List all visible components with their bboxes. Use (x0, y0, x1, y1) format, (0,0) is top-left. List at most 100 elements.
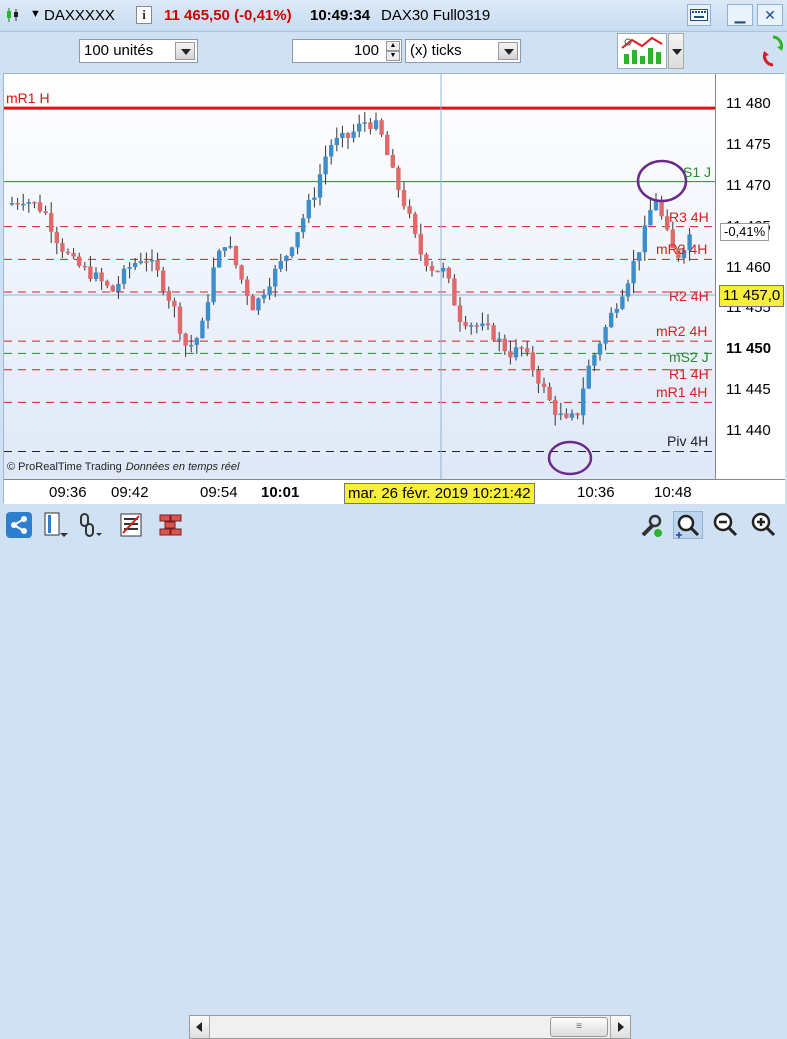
candle-body (620, 296, 625, 309)
candle-body (525, 348, 530, 353)
candle-body (71, 252, 76, 257)
candle-body (603, 327, 608, 344)
candle-body (127, 267, 132, 269)
chart-area[interactable]: mR1 H S1 J R3 4H mR3 4H R2 4H mR2 4H mS2 J R1 4… (3, 73, 785, 504)
candle-body (217, 250, 222, 268)
candle-body (317, 174, 323, 198)
candle-body (166, 291, 171, 301)
chevron-down-icon[interactable] (498, 42, 518, 60)
price-tick-label: 11 470 (726, 176, 771, 194)
units-select[interactable]: 100 unités (79, 39, 198, 63)
cursor-date-badge: mar. 26 févr. 2019 10:21:42 (344, 483, 535, 504)
price-tick-label: 11 475 (726, 135, 771, 153)
info-icon[interactable]: i (136, 6, 152, 24)
candle-body (245, 279, 250, 297)
candle-body (77, 256, 82, 266)
tick-mode-select[interactable]: (x) ticks (405, 39, 521, 63)
candle-body (49, 212, 54, 232)
candle-body (65, 251, 71, 254)
layout-icon[interactable] (42, 511, 68, 539)
candle-body (82, 265, 87, 268)
zoom-in-icon[interactable] (750, 511, 776, 539)
candle-body (441, 267, 446, 272)
symbol-label[interactable]: DAXXXXX (44, 7, 115, 24)
drawing-tools-icon[interactable] (617, 33, 667, 69)
sync-icon[interactable] (762, 31, 784, 71)
candle-body (105, 281, 110, 286)
candle-body (256, 298, 261, 311)
level-label: mR1 4H (656, 384, 708, 401)
price-tick-label: 11 440 (726, 422, 771, 439)
candle-body (390, 154, 395, 168)
candlestick-icon[interactable] (6, 7, 20, 23)
candle-body (329, 145, 334, 157)
candle-body (401, 190, 407, 207)
candle-body (480, 323, 485, 327)
candle-body (357, 123, 362, 132)
copyright-note: © ProRealTime Trading Données en temps ré… (7, 461, 239, 473)
candle-body (502, 338, 507, 352)
candle-body (435, 270, 440, 273)
candle-body (21, 203, 26, 206)
share-icon[interactable] (6, 511, 32, 539)
candle-body (407, 206, 412, 214)
symbol-dropdown-icon[interactable]: ▼ (30, 8, 41, 20)
horizontal-scrollbar[interactable]: ≡ (189, 1015, 631, 1039)
tools-dropdown-icon[interactable] (668, 33, 684, 69)
clock-time: 10:49:34 (310, 7, 371, 24)
candle-body (205, 302, 211, 321)
scroll-right-icon[interactable] (610, 1016, 630, 1038)
candle-body (457, 305, 463, 322)
chevron-down-icon[interactable] (175, 42, 195, 60)
stepper-down-icon[interactable]: ▼ (386, 51, 400, 61)
candle-body (222, 247, 227, 251)
zoom-fit-icon[interactable] (673, 511, 703, 539)
candle-body (194, 338, 199, 345)
candle-body (508, 351, 513, 358)
minimize-icon[interactable]: ▁ (727, 4, 753, 26)
candle-body (497, 338, 502, 341)
scroll-thumb[interactable]: ≡ (550, 1017, 608, 1037)
candle-body (491, 325, 496, 341)
candle-body (133, 263, 138, 268)
time-axis[interactable]: 09:36 09:42 09:54 10:01 10:36 10:48 mar. 26 f… (4, 479, 785, 504)
stepper-up-icon[interactable]: ▲ (386, 41, 400, 51)
keyboard-icon[interactable] (687, 4, 711, 26)
title-bar: ▼ DAXXXXX i 11 465,50 (-0,41%) 10:49:34 … (0, 0, 787, 32)
tick-count-stepper[interactable]: 100 ▲ ▼ (292, 39, 402, 63)
candle-body (144, 261, 149, 263)
candle-body (625, 283, 631, 297)
price-tick-label: 11 480 (726, 95, 771, 112)
chart-toolbar: 100 unités 100 ▲ ▼ (x) ticks (0, 33, 787, 73)
list-icon[interactable] (118, 511, 144, 539)
candle-body (301, 218, 306, 233)
candle-body (189, 344, 194, 347)
price-axis[interactable]: 11 48011 47511 47011 46511 46011 45511 4… (715, 74, 785, 479)
time-tick-label: 09:54 (200, 484, 238, 501)
candle-body (558, 413, 563, 415)
bricks-icon[interactable] (158, 511, 184, 539)
candle-body (564, 413, 569, 418)
candle-body (15, 203, 20, 205)
level-label: R2 4H (669, 288, 709, 305)
link-icon[interactable] (77, 511, 103, 539)
candle-body (116, 283, 121, 292)
candle-body (614, 308, 619, 313)
price-plot[interactable] (4, 74, 715, 479)
zoom-out-icon[interactable] (712, 511, 738, 539)
candle-body (323, 156, 328, 175)
candle-body (26, 202, 31, 204)
candle-body (592, 354, 597, 366)
candle-body (54, 231, 59, 244)
candle-body (379, 120, 384, 135)
candle-body (659, 200, 664, 217)
scroll-left-icon[interactable] (190, 1016, 210, 1038)
price-tick-label: 11 445 (726, 381, 771, 399)
candle-body (351, 131, 356, 138)
level-label: Piv 4H (667, 433, 709, 450)
candle-body (211, 267, 216, 303)
settings-wrench-icon[interactable] (638, 511, 664, 539)
close-icon[interactable]: ✕ (757, 4, 783, 26)
candle-body (536, 370, 541, 384)
price-change: 11 465,50 (-0,41%) (164, 7, 292, 24)
